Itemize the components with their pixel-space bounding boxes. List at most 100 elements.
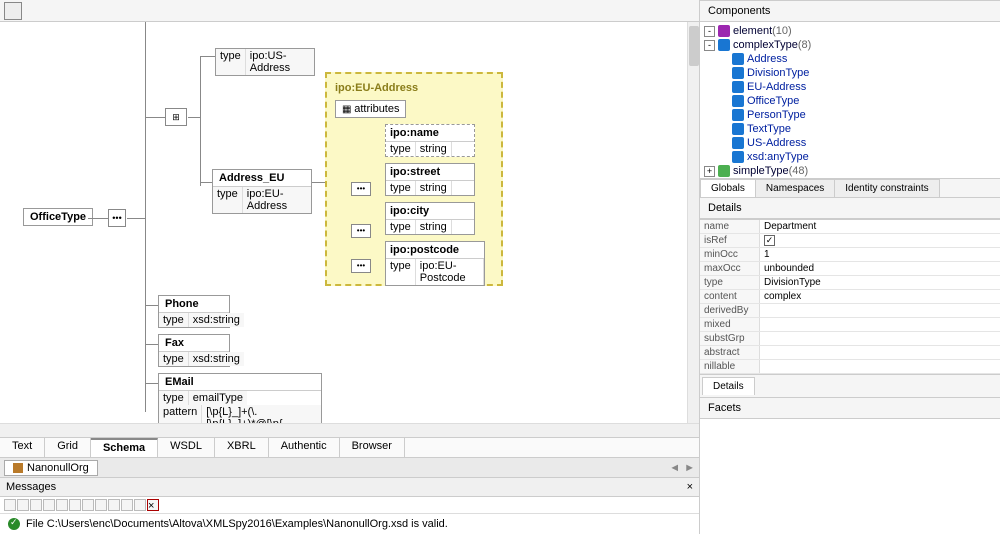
- view-tab-wsdl[interactable]: WSDL: [158, 438, 215, 457]
- detail-value[interactable]: unbounded: [760, 262, 1000, 275]
- nav-next-icon[interactable]: ►: [684, 462, 695, 474]
- subtab-globals[interactable]: Globals: [700, 179, 756, 197]
- field-street[interactable]: ipo:street typestring: [385, 163, 475, 196]
- msg-tool-btn[interactable]: [30, 499, 42, 511]
- detail-value[interactable]: [760, 318, 1000, 331]
- tree-row-officetype[interactable]: OfficeType: [704, 94, 996, 108]
- field-postcode[interactable]: ipo:postcode typeipo:EU-Postcode: [385, 241, 485, 286]
- detail-row-abstract[interactable]: abstract: [700, 346, 1000, 360]
- field-name[interactable]: ipo:name typestring: [385, 124, 475, 157]
- conn-line: [145, 344, 158, 345]
- msg-tool-btn[interactable]: [121, 499, 133, 511]
- view-tab-browser[interactable]: Browser: [340, 438, 405, 457]
- detail-value[interactable]: 1: [760, 248, 1000, 261]
- msg-delete-btn[interactable]: ×: [147, 499, 159, 511]
- subtab-identity-constraints[interactable]: Identity constraints: [834, 179, 939, 197]
- tree-toggle-icon[interactable]: +: [704, 166, 715, 177]
- tree-row-element[interactable]: -element (10): [704, 24, 996, 38]
- msg-tool-btn[interactable]: [95, 499, 107, 511]
- field-city[interactable]: ipo:city typestring: [385, 202, 475, 235]
- node-email[interactable]: EMail typeemailType pattern[\p{L}_]+(\.[…: [158, 373, 322, 423]
- tree-toggle-icon[interactable]: -: [704, 40, 715, 51]
- tree-row-simpletype[interactable]: +simpleType (48): [704, 164, 996, 178]
- ct-type-icon: [732, 137, 744, 149]
- tree-row-xsdanytype[interactable]: xsd:anyType: [704, 150, 996, 164]
- detail-row-type[interactable]: typeDivisionType: [700, 276, 1000, 290]
- view-tab-grid[interactable]: Grid: [45, 438, 91, 457]
- view-tab-xbrl[interactable]: XBRL: [215, 438, 269, 457]
- msg-tool-btn[interactable]: [82, 499, 94, 511]
- eu-sequence-connector-2[interactable]: •••: [351, 182, 371, 196]
- scroll-thumb[interactable]: [689, 26, 699, 66]
- eu-sequence-connector[interactable]: •••: [351, 224, 371, 238]
- detail-row-name[interactable]: nameDepartment: [700, 220, 1000, 234]
- detail-row-minOcc[interactable]: minOcc1: [700, 248, 1000, 262]
- tree-toggle-icon[interactable]: -: [704, 26, 715, 37]
- horizontal-scrollbar[interactable]: [0, 423, 699, 437]
- detail-value[interactable]: DivisionType: [760, 276, 1000, 289]
- view-tab-text[interactable]: Text: [0, 438, 45, 457]
- detail-value[interactable]: complex: [760, 290, 1000, 303]
- components-tree[interactable]: -element (10)-complexType (8)AddressDivi…: [700, 22, 1000, 178]
- node-officetype[interactable]: OfficeType: [23, 208, 93, 226]
- node-address-eu[interactable]: Address_EU typeipo:EU-Address: [212, 169, 312, 214]
- view-tab-authentic[interactable]: Authentic: [269, 438, 340, 457]
- node-us-address[interactable]: typeipo:US-Address: [215, 48, 315, 76]
- nav-prev-icon[interactable]: ◄: [669, 462, 680, 474]
- checkbox-icon[interactable]: ✓: [764, 235, 775, 246]
- vertical-scrollbar[interactable]: [687, 22, 699, 423]
- detail-value[interactable]: [760, 346, 1000, 359]
- conn-line: [312, 182, 325, 183]
- detail-row-maxOcc[interactable]: maxOccunbounded: [700, 262, 1000, 276]
- tree-row-usaddress[interactable]: US-Address: [704, 136, 996, 150]
- choice-connector[interactable]: ⊞: [165, 108, 187, 126]
- tree-count: (8): [798, 39, 811, 51]
- detail-key: name: [700, 220, 760, 233]
- doc-tab-nanonullorg[interactable]: NanonullOrg: [4, 460, 98, 476]
- detail-value[interactable]: [760, 304, 1000, 317]
- close-icon[interactable]: ×: [687, 481, 693, 493]
- detail-row-mixed[interactable]: mixed: [700, 318, 1000, 332]
- attributes-box[interactable]: ▦ attributes: [335, 100, 406, 118]
- tree-label: US-Address: [747, 137, 806, 149]
- detail-value[interactable]: [760, 360, 1000, 373]
- tree-row-texttype[interactable]: TextType: [704, 122, 996, 136]
- subtab-namespaces[interactable]: Namespaces: [755, 179, 835, 197]
- detail-value[interactable]: Department: [760, 220, 1000, 233]
- tree-label: complexType: [733, 39, 798, 51]
- msg-tool-btn[interactable]: [69, 499, 81, 511]
- tree-label: element: [733, 25, 772, 37]
- detail-key: mixed: [700, 318, 760, 331]
- conn-line: [188, 117, 200, 118]
- view-tab-schema[interactable]: Schema: [91, 438, 158, 457]
- tree-row-complextype[interactable]: - complexType (8): [704, 38, 996, 52]
- details-bottom-tab[interactable]: Details: [702, 377, 755, 395]
- detail-value[interactable]: ✓: [760, 234, 1000, 247]
- tree-row-euaddress[interactable]: EU-Address: [704, 80, 996, 94]
- sequence-connector[interactable]: •••: [108, 209, 126, 227]
- detail-row-derivedBy[interactable]: derivedBy: [700, 304, 1000, 318]
- form-view-icon[interactable]: [4, 2, 22, 20]
- tree-row-divisiontype[interactable]: DivisionType: [704, 66, 996, 80]
- msg-tool-btn[interactable]: [134, 499, 146, 511]
- schema-diagram-canvas[interactable]: OfficeType ••• typeipo:US-Address ⊞ Addr…: [0, 22, 699, 423]
- msg-tool-btn[interactable]: [56, 499, 68, 511]
- detail-row-isRef[interactable]: isRef✓: [700, 234, 1000, 248]
- detail-value[interactable]: [760, 332, 1000, 345]
- node-phone[interactable]: Phone typexsd:string: [158, 295, 230, 328]
- msg-tool-btn[interactable]: [4, 499, 16, 511]
- msg-tool-btn[interactable]: [17, 499, 29, 511]
- msg-tool-btn[interactable]: [108, 499, 120, 511]
- eu-sequence-connector-3[interactable]: •••: [351, 259, 371, 273]
- node-fax[interactable]: Fax typexsd:string: [158, 334, 230, 367]
- eu-address-expansion: ipo:EU-Address ▦ attributes ••• ••• ••• …: [325, 72, 503, 286]
- address-eu-label: Address_EU: [213, 170, 311, 187]
- tree-label: simpleType: [733, 165, 789, 177]
- tree-row-address[interactable]: Address: [704, 52, 996, 66]
- components-header: Components: [700, 0, 1000, 22]
- msg-tool-btn[interactable]: [43, 499, 55, 511]
- tree-row-persontype[interactable]: PersonType: [704, 108, 996, 122]
- detail-row-nillable[interactable]: nillable: [700, 360, 1000, 374]
- detail-row-substGrp[interactable]: substGrp: [700, 332, 1000, 346]
- detail-row-content[interactable]: contentcomplex: [700, 290, 1000, 304]
